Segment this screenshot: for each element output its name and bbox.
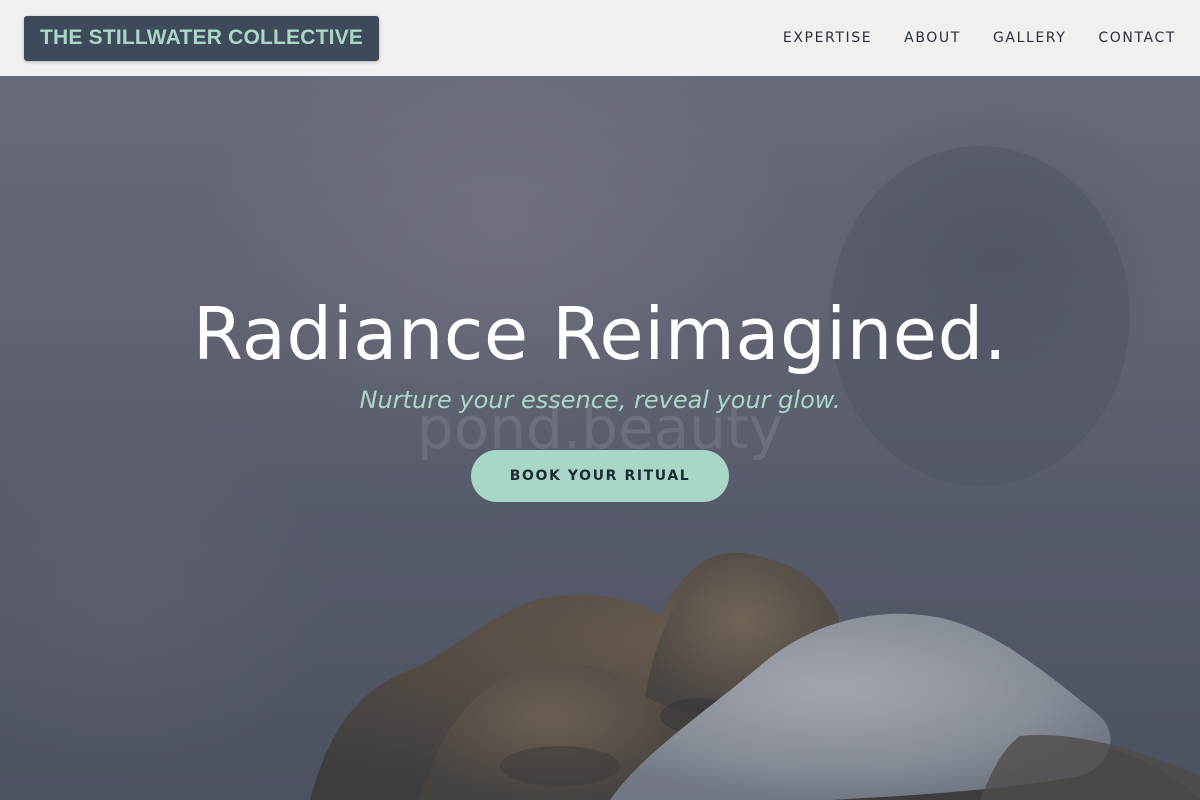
hero-headline: Radiance Reimagined. [192, 292, 1008, 376]
brand-logo[interactable]: THE STILLWATER COLLECTIVE [24, 15, 380, 61]
main-nav: EXPERTISE ABOUT GALLERY CONTACT [783, 30, 1176, 46]
hero-section: pond.beauty Radiance Reimagined. Nurture… [0, 76, 1200, 800]
nav-link-gallery[interactable]: GALLERY [993, 30, 1066, 46]
nav-link-contact[interactable]: CONTACT [1098, 30, 1176, 46]
book-ritual-button[interactable]: BOOK YOUR RITUAL [471, 450, 729, 502]
site-header: THE STILLWATER COLLECTIVE EXPERTISE ABOU… [0, 0, 1200, 76]
hero-tagline: Nurture your essence, reveal your glow. [359, 386, 841, 414]
nav-link-about[interactable]: ABOUT [904, 30, 961, 46]
nav-link-expertise[interactable]: EXPERTISE [783, 30, 872, 46]
